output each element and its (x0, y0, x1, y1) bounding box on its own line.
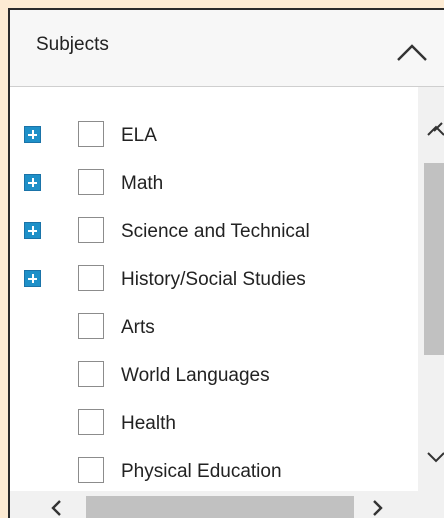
scroll-down-button[interactable] (424, 443, 444, 471)
subjects-panel: Subjects ELA Math Science and Technical … (8, 8, 444, 518)
horizontal-scrollbar[interactable] (10, 491, 444, 518)
list-item-history-social-studies: History/Social Studies (10, 261, 418, 295)
item-label-arts[interactable]: Arts (121, 317, 155, 339)
expand-math-icon[interactable] (24, 174, 41, 191)
scroll-right-button[interactable] (364, 497, 390, 518)
list-item-world-languages: World Languages (10, 357, 418, 391)
subjects-list: ELA Math Science and Technical History/S… (10, 87, 418, 491)
scroll-up-button[interactable] (424, 117, 444, 145)
checkbox-history-social-studies[interactable] (78, 265, 104, 291)
panel-title: Subjects (36, 34, 109, 55)
item-label-health[interactable]: Health (121, 413, 176, 435)
checkbox-arts[interactable] (78, 313, 104, 339)
list-item-science-and-technical: Science and Technical (10, 213, 418, 247)
chevron-up-icon (397, 44, 427, 61)
item-label-physical-education[interactable]: Physical Education (121, 461, 282, 483)
chevron-left-icon (51, 500, 61, 516)
list-item-health: Health (10, 405, 418, 439)
expand-history-icon[interactable] (24, 270, 41, 287)
horizontal-scroll-thumb[interactable] (86, 496, 354, 518)
list-item-math: Math (10, 165, 418, 199)
list-item-ela: ELA (10, 117, 418, 151)
chevron-up-icon (427, 122, 444, 136)
item-label-science-and-technical[interactable]: Science and Technical (121, 221, 310, 243)
vertical-scroll-thumb[interactable] (424, 163, 444, 355)
expand-science-icon[interactable] (24, 222, 41, 239)
list-item-arts: Arts (10, 309, 418, 343)
checkbox-health[interactable] (78, 409, 104, 435)
list-item-physical-education: Physical Education (10, 453, 418, 487)
checkbox-math[interactable] (78, 169, 104, 195)
chevron-right-icon (373, 500, 383, 516)
checkbox-world-languages[interactable] (78, 361, 104, 387)
item-label-world-languages[interactable]: World Languages (121, 365, 270, 387)
expand-ela-icon[interactable] (24, 126, 41, 143)
chevron-down-icon (427, 452, 444, 463)
checkbox-science-and-technical[interactable] (78, 217, 104, 243)
subjects-panel-header[interactable]: Subjects (10, 10, 444, 87)
item-label-math[interactable]: Math (121, 173, 163, 195)
item-label-history-social-studies[interactable]: History/Social Studies (121, 269, 306, 291)
scroll-left-button[interactable] (44, 497, 70, 518)
checkbox-ela[interactable] (78, 121, 104, 147)
vertical-scrollbar[interactable] (418, 87, 444, 491)
collapse-button[interactable] (392, 32, 432, 72)
item-label-ela[interactable]: ELA (121, 125, 157, 147)
checkbox-physical-education[interactable] (78, 457, 104, 483)
